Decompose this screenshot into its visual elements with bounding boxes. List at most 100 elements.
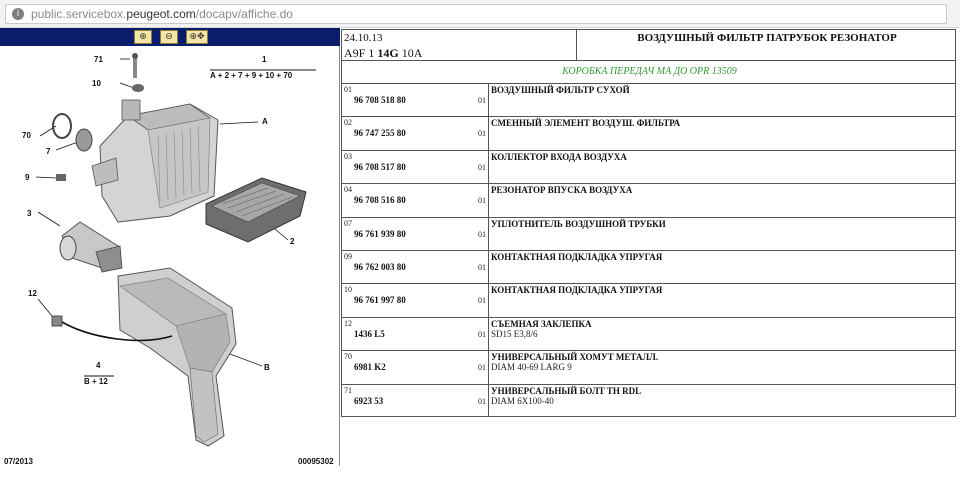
table-row[interactable]: 09 96 762 003 80 01 КОНТАКТНАЯ ПОДКЛАДКА УП… bbox=[341, 249, 956, 284]
table-row[interactable]: 01 96 708 518 80 01 ВОЗДУШНЫЙ ФИЛЬТР СУХОЙ bbox=[341, 83, 956, 117]
quantity-cell: 01 bbox=[476, 184, 489, 216]
callout-71: 71 bbox=[94, 55, 103, 64]
description-cell: УНИВЕРСАЛЬНЫЙ ХОМУТ МЕТАЛЛ. DIAM 40-69 LA… bbox=[489, 351, 955, 383]
part-reference[interactable]: 96 762 003 80 bbox=[354, 262, 406, 272]
model-part-b: 14G bbox=[377, 46, 399, 60]
quantity: 01 bbox=[478, 196, 486, 206]
part-ref-cell: 01 96 708 518 80 bbox=[342, 84, 489, 117]
part-description: РЕЗОНАТОР ВПУСКА ВОЗДУХА bbox=[491, 185, 633, 196]
callout-4-formula: B + 12 bbox=[84, 377, 108, 386]
zoom-pan-icon: ⊕✥ bbox=[189, 32, 205, 42]
callout-1: 1 bbox=[262, 55, 267, 64]
part-ref-cell: 70 6981 K2 bbox=[342, 351, 489, 384]
part-reference[interactable]: 1436 L5 bbox=[354, 329, 385, 339]
quantity-cell: 01 bbox=[476, 318, 489, 350]
url-prefix: public.servicebox. bbox=[31, 7, 127, 21]
table-row[interactable]: 10 96 761 997 80 01 КОНТАКТНАЯ ПОДКЛАДКА УП… bbox=[341, 283, 956, 317]
url-path: /docapv/affiche.do bbox=[195, 7, 293, 21]
description-cell: СЪЕМНАЯ ЗАКЛЕПКА SD15 E3,8/6 bbox=[489, 318, 955, 350]
quantity-cell: 01 bbox=[476, 218, 489, 250]
part-reference[interactable]: 96 761 939 80 bbox=[354, 229, 406, 239]
part-description: ВОЗДУШНЫЙ ФИЛЬТР СУХОЙ bbox=[491, 85, 630, 95]
diagram-code: 00095302 bbox=[298, 457, 334, 466]
browser-chrome: i public.servicebox.peugeot.com/docapv/a… bbox=[0, 0, 960, 28]
info-icon[interactable]: i bbox=[12, 8, 24, 20]
table-row[interactable]: 04 96 708 516 80 01 РЕЗОНАТОР ВПУСКА ВОЗДУХ… bbox=[341, 183, 956, 217]
part-description: КОНТАКТНАЯ ПОДКЛАДКА УПРУГАЯ bbox=[491, 285, 663, 296]
table-row[interactable]: 07 96 761 939 80 01 УПЛОТНИТЕЛЬ ВОЗДУШНОЙ Т… bbox=[341, 216, 956, 250]
description-cell: КОНТАКТНАЯ ПОДКЛАДКА УПРУГАЯ bbox=[489, 284, 955, 316]
position-number: 02 bbox=[344, 118, 352, 128]
quantity: 01 bbox=[478, 162, 486, 172]
zoom-out-icon: ⊖ bbox=[165, 32, 173, 42]
position-number: 70 bbox=[344, 352, 352, 362]
zoom-in-button[interactable]: ⊕ bbox=[134, 30, 152, 44]
callout-a: A bbox=[262, 117, 268, 126]
part-description: УПЛОТНИТЕЛЬ ВОЗДУШНОЙ ТРУБКИ bbox=[491, 218, 666, 229]
part-note: SD15 E3,8/6 bbox=[491, 328, 538, 339]
zoom-pan-button[interactable]: ⊕✥ bbox=[186, 30, 208, 44]
quantity: 01 bbox=[478, 229, 486, 239]
quantity: 01 bbox=[478, 129, 486, 139]
part-reference[interactable]: 96 747 255 80 bbox=[354, 128, 406, 138]
sheet-header: 24.10.13 A9F 1 14G 10A ВОЗДУШНЫЙ ФИЛЬТР … bbox=[341, 29, 956, 61]
seal-7 bbox=[75, 128, 93, 152]
diagram-date: 07/2013 bbox=[4, 457, 33, 466]
table-row[interactable]: 12 1436 L5 01 СЪЕМНАЯ ЗАКЛЕПКА SD15 E3,8/6 bbox=[341, 316, 956, 351]
description-cell: РЕЗОНАТОР ВПУСКА ВОЗДУХА bbox=[489, 184, 955, 216]
part-ref-cell: 71 6923 53 bbox=[342, 384, 489, 416]
url-text[interactable]: public.servicebox.peugeot.com/docapv/aff… bbox=[31, 7, 293, 21]
quantity: 01 bbox=[478, 296, 486, 306]
callout-12: 12 bbox=[28, 289, 37, 298]
description-cell: УПЛОТНИТЕЛЬ ВОЗДУШНОЙ ТРУБКИ bbox=[489, 218, 955, 250]
callout-3: 3 bbox=[27, 209, 32, 218]
air-filter-housing bbox=[91, 99, 219, 223]
position-number: 10 bbox=[344, 285, 352, 295]
quantity: 01 bbox=[478, 96, 486, 105]
table-row[interactable]: 70 6981 K2 01 УНИВЕРСАЛЬНЫЙ ХОМУТ МЕТАЛЛ. DI… bbox=[341, 350, 956, 384]
position-number: 01 bbox=[344, 85, 352, 94]
zoom-out-button[interactable]: ⊖ bbox=[160, 30, 178, 44]
diagram-panel: ⊕ ⊖ ⊕✥ 71 1 A + 2 + 7 + 9 + 10 + 70 10 A… bbox=[0, 28, 340, 466]
quantity-cell: 01 bbox=[476, 351, 489, 383]
part-reference[interactable]: 6923 53 bbox=[354, 396, 383, 406]
callout-b: B bbox=[264, 363, 270, 372]
table-row[interactable]: 02 96 747 255 80 01 СМЕННЫЙ ЭЛЕМЕНТ ВОЗДУШ.… bbox=[341, 116, 956, 150]
pad-9 bbox=[56, 174, 66, 181]
position-number: 71 bbox=[344, 385, 352, 395]
part-reference[interactable]: 6981 K2 bbox=[354, 362, 386, 372]
part-reference[interactable]: 96 708 516 80 bbox=[354, 195, 406, 205]
part-reference[interactable]: 96 708 517 80 bbox=[354, 162, 406, 172]
part-note: DIAM 40-69 LARG 9 bbox=[491, 362, 572, 373]
table-row[interactable]: 03 96 708 517 80 01 КОЛЛЕКТОР ВХОДА ВОЗДУХА bbox=[341, 149, 956, 184]
part-ref-cell: 07 96 761 939 80 bbox=[342, 217, 489, 250]
description-cell: КОЛЛЕКТОР ВХОДА ВОЗДУХА bbox=[489, 151, 955, 183]
sheet-title: ВОЗДУШНЫЙ ФИЛЬТР ПАТРУБОК РЕЗОНАТОР bbox=[637, 32, 897, 44]
page-bottom bbox=[0, 466, 960, 477]
part-reference[interactable]: 96 761 997 80 bbox=[354, 295, 406, 305]
zoom-in-icon: ⊕ bbox=[139, 32, 147, 42]
part-ref-cell: 10 96 761 997 80 bbox=[342, 284, 489, 317]
parts-sheet: 24.10.13 A9F 1 14G 10A ВОЗДУШНЫЙ ФИЛЬТР … bbox=[341, 29, 956, 417]
callout-4: 4 bbox=[96, 361, 101, 370]
quantity-cell: 01 bbox=[476, 284, 489, 316]
model-part-a: A9F 1 bbox=[344, 46, 378, 60]
quantity-cell: 01 bbox=[476, 385, 489, 416]
description-cell: СМЕННЫЙ ЭЛЕМЕНТ ВОЗДУШ. ФИЛЬТРА bbox=[489, 117, 955, 149]
position-number: 09 bbox=[344, 251, 352, 261]
part-reference[interactable]: 96 708 518 80 bbox=[354, 95, 406, 105]
quantity: 01 bbox=[478, 329, 486, 339]
part-ref-cell: 03 96 708 517 80 bbox=[342, 150, 489, 184]
part-note: DIAM 6X100-40 bbox=[491, 395, 554, 406]
resonator bbox=[117, 267, 237, 447]
sheet-subtitle-row: КОРОБКА ПЕРЕДАЧ МА ДО OPR 13509 bbox=[341, 61, 956, 83]
quantity-cell: 01 bbox=[476, 117, 489, 149]
callout-7: 7 bbox=[46, 147, 51, 156]
table-row[interactable]: 71 6923 53 01 УНИВЕРСАЛЬНЫЙ БОЛТ TH RDL DIAM… bbox=[341, 383, 956, 417]
description-cell: ВОЗДУШНЫЙ ФИЛЬТР СУХОЙ bbox=[489, 84, 955, 116]
position-number: 03 bbox=[344, 151, 352, 161]
address-bar[interactable]: i public.servicebox.peugeot.com/docapv/a… bbox=[5, 4, 947, 24]
callout-1-formula: A + 2 + 7 + 9 + 10 + 70 bbox=[210, 71, 293, 80]
part-description: СМЕННЫЙ ЭЛЕМЕНТ ВОЗДУШ. ФИЛЬТРА bbox=[491, 118, 681, 129]
callout-10: 10 bbox=[92, 79, 101, 88]
